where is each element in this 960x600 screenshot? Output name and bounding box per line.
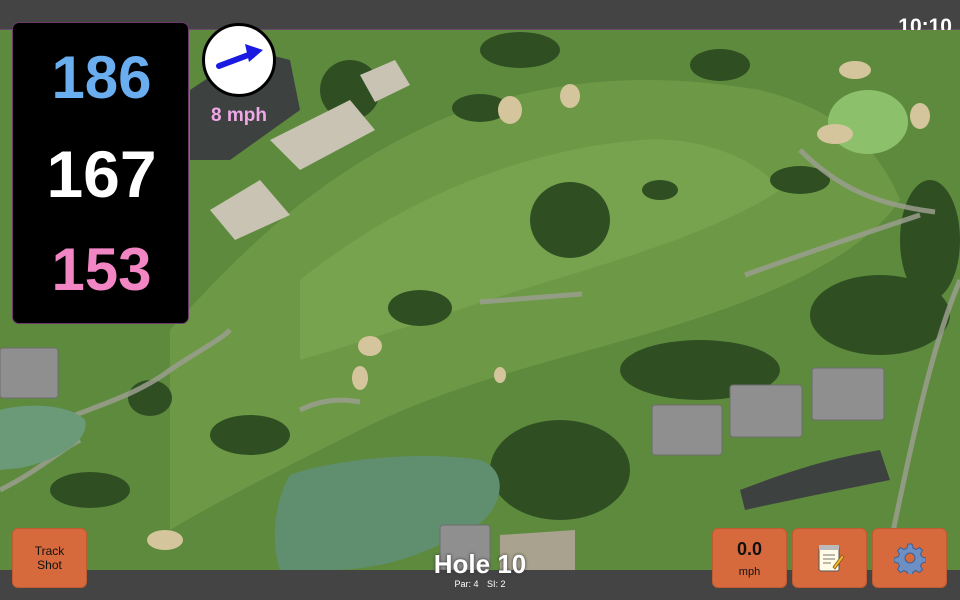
notes-button[interactable] <box>792 528 867 588</box>
middle-of-green-yardage: 167 <box>46 137 157 211</box>
track-shot-label-line2: Shot <box>37 558 62 572</box>
notepad-icon <box>818 545 845 572</box>
hole-info: Hole 10 Par: 4 SI: 2 <box>400 549 560 590</box>
wind-speed-label: 8 mph <box>211 105 267 126</box>
hole-title: Hole 10 <box>433 549 527 579</box>
hole-par: Par: 4 <box>454 579 479 589</box>
hole-details: Par: 4 SI: 2 <box>400 579 560 590</box>
gear-icon <box>893 543 926 574</box>
back-of-green-yardage: 186 <box>51 44 152 111</box>
front-of-green-yardage: 153 <box>51 236 152 303</box>
settings-button[interactable] <box>872 528 947 588</box>
hole-stroke-index: SI: 2 <box>487 579 506 589</box>
track-shot-button[interactable]: Track Shot <box>12 528 87 588</box>
speed-value: 0.0 <box>736 538 763 559</box>
golf-gps-screen: 10:10 186 167 153 8 mph Track Shot Hole … <box>0 0 960 600</box>
speed-unit: mph <box>738 565 761 578</box>
speed-button[interactable]: 0.0 mph <box>712 528 787 588</box>
wind-arrow-icon <box>216 44 263 69</box>
track-shot-label-line1: Track <box>34 544 65 558</box>
wind-indicator <box>202 23 276 97</box>
yardage-panel: 186 167 153 <box>12 22 189 324</box>
